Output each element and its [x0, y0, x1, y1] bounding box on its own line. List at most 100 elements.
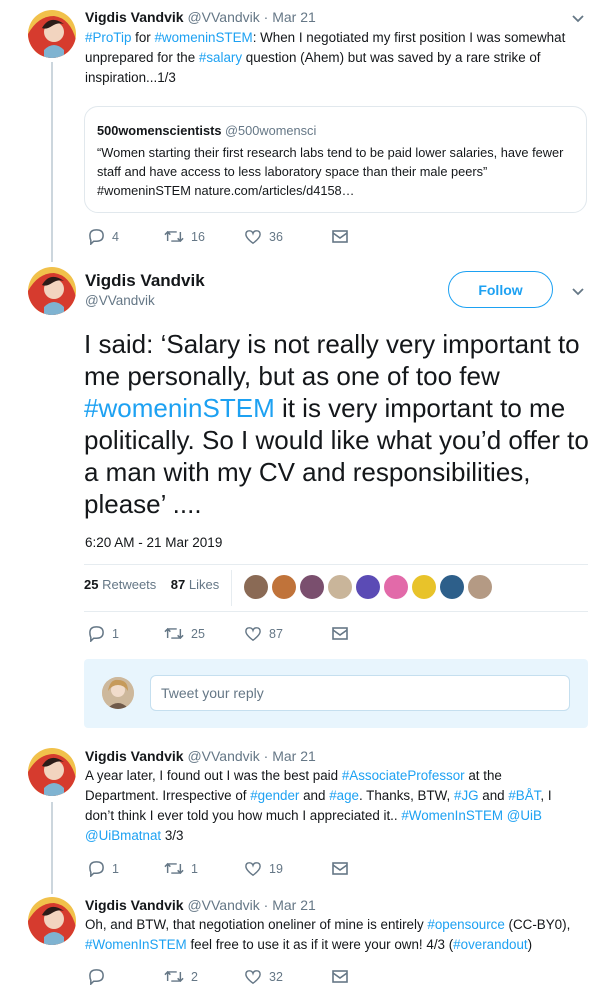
liker-avatar[interactable]: [272, 575, 296, 599]
hashtag-link[interactable]: #ProTip: [85, 30, 131, 45]
hashtag-link[interactable]: #JG: [454, 788, 479, 803]
text-segment: . Thanks, BTW,: [358, 788, 454, 803]
reply-button[interactable]: 4: [88, 228, 164, 245]
heart-icon: [245, 626, 261, 641]
text-segment: A year later, I found out I was the best…: [85, 768, 342, 783]
envelope-icon: [332, 862, 348, 875]
tweet-actions: 1 1 19: [88, 860, 348, 877]
hashtag-link[interactable]: #womeninSTEM: [154, 30, 252, 45]
tweet-actions: 1 25 87: [88, 625, 348, 642]
tweet-text: I said: ‘Salary is not really very impor…: [84, 328, 594, 520]
display-name[interactable]: Vigdis Vandvik: [85, 270, 205, 292]
reply-input[interactable]: Tweet your reply: [150, 675, 570, 711]
retweet-count: 1: [191, 861, 198, 876]
retweet-count: 2: [191, 969, 198, 984]
retweet-button[interactable]: 25: [164, 625, 244, 642]
retweets-stat[interactable]: 25 Retweets: [84, 577, 156, 592]
display-name[interactable]: Vigdis Vandvik: [85, 897, 184, 913]
hashtag-link[interactable]: #WomenInSTEM: [401, 808, 503, 823]
dot-separator: ·: [263, 897, 269, 913]
quote-text: “Women starting their first research lab…: [97, 145, 564, 198]
display-name[interactable]: Vigdis Vandvik: [85, 748, 184, 764]
reply-button[interactable]: [88, 968, 164, 985]
liker-avatar[interactable]: [412, 575, 436, 599]
hashtag-link[interactable]: #age: [329, 788, 359, 803]
dm-button[interactable]: [332, 861, 348, 876]
retweet-icon: [164, 970, 184, 983]
hashtag-link[interactable]: #opensource: [427, 917, 504, 932]
like-button[interactable]: 19: [244, 861, 332, 877]
avatar[interactable]: [28, 267, 76, 315]
hashtag-link[interactable]: #overandout: [453, 937, 527, 952]
hashtag-link[interactable]: #AssociateProfessor: [342, 768, 465, 783]
hashtag-link[interactable]: @UiBmatnat: [85, 828, 161, 843]
handle[interactable]: @VVandvik: [187, 748, 259, 764]
hashtag-link[interactable]: #gender: [250, 788, 299, 803]
dot-separator: ·: [263, 9, 269, 25]
hashtag-link[interactable]: #salary: [199, 50, 242, 65]
liker-avatar[interactable]: [244, 575, 268, 599]
tweet-date[interactable]: Mar 21: [272, 748, 316, 764]
tweet-text: #ProTip for #womeninSTEM: When I negotia…: [85, 28, 590, 88]
reply-icon: [89, 861, 104, 877]
handle[interactable]: @VVandvik: [85, 292, 205, 310]
reply-button[interactable]: 1: [88, 860, 164, 877]
retweet-icon: [164, 627, 184, 640]
text-segment: ): [527, 937, 533, 952]
reply-count: 1: [112, 626, 119, 641]
liker-avatars[interactable]: [244, 575, 492, 599]
liker-avatar[interactable]: [440, 575, 464, 599]
reply-count: 1: [112, 861, 119, 876]
retweet-icon: [164, 230, 184, 243]
liker-avatar[interactable]: [328, 575, 352, 599]
tweet-date[interactable]: Mar 21: [272, 897, 316, 913]
display-name[interactable]: Vigdis Vandvik: [85, 9, 184, 25]
tweet-header: Vigdis Vandvik @VVandvik · Mar 21: [85, 747, 316, 765]
likes-stat[interactable]: 87 Likes: [171, 577, 219, 592]
divider: [231, 570, 232, 606]
tweet-date[interactable]: Mar 21: [272, 9, 316, 25]
hashtag-link[interactable]: #WomenInSTEM: [85, 937, 187, 952]
hashtag-link[interactable]: #womeninSTEM: [84, 393, 275, 423]
reply-button[interactable]: 1: [88, 625, 164, 642]
liker-avatar[interactable]: [468, 575, 492, 599]
chevron-down-icon[interactable]: [570, 284, 586, 300]
like-button[interactable]: 87: [244, 626, 332, 642]
retweet-button[interactable]: 2: [164, 968, 244, 985]
avatar[interactable]: [28, 897, 76, 945]
dm-button[interactable]: [332, 229, 348, 244]
quote-handle: @500womensci: [225, 123, 317, 138]
retweet-button[interactable]: 16: [164, 228, 244, 245]
envelope-icon: [332, 627, 348, 640]
reply-composer: Tweet your reply: [84, 659, 588, 728]
divider: [84, 611, 588, 612]
like-count: 36: [269, 229, 283, 244]
handle[interactable]: @VVandvik: [187, 9, 259, 25]
quoted-tweet[interactable]: 500womenscientists @500womensci “Women s…: [84, 106, 587, 213]
liker-avatar[interactable]: [300, 575, 324, 599]
like-button[interactable]: 36: [244, 229, 332, 245]
like-count: 32: [269, 969, 283, 984]
dm-button[interactable]: [332, 969, 348, 984]
tweet-timestamp[interactable]: 6:20 AM - 21 Mar 2019: [85, 534, 222, 552]
follow-button[interactable]: Follow: [448, 271, 553, 308]
dm-button[interactable]: [332, 626, 348, 641]
hashtag-link[interactable]: @UiB: [507, 808, 542, 823]
avatar[interactable]: [28, 10, 76, 58]
text-segment: and: [299, 788, 330, 803]
text-segment: feel free to use it as if it were your o…: [186, 937, 454, 952]
handle[interactable]: @VVandvik: [187, 897, 259, 913]
tweet-actions: 2 32: [88, 968, 348, 985]
user-avatar: [102, 677, 134, 709]
hashtag-link[interactable]: #BÅT: [508, 788, 540, 803]
chevron-down-icon[interactable]: [570, 11, 586, 27]
avatar[interactable]: [28, 748, 76, 796]
retweet-button[interactable]: 1: [164, 860, 244, 877]
liker-avatar[interactable]: [384, 575, 408, 599]
reply-icon: [89, 969, 104, 985]
heart-icon: [245, 969, 261, 984]
liker-avatar[interactable]: [356, 575, 380, 599]
like-button[interactable]: 32: [244, 969, 332, 985]
reply-icon: [89, 229, 104, 245]
text-segment: Oh, and BTW, that negotiation oneliner o…: [85, 917, 428, 932]
